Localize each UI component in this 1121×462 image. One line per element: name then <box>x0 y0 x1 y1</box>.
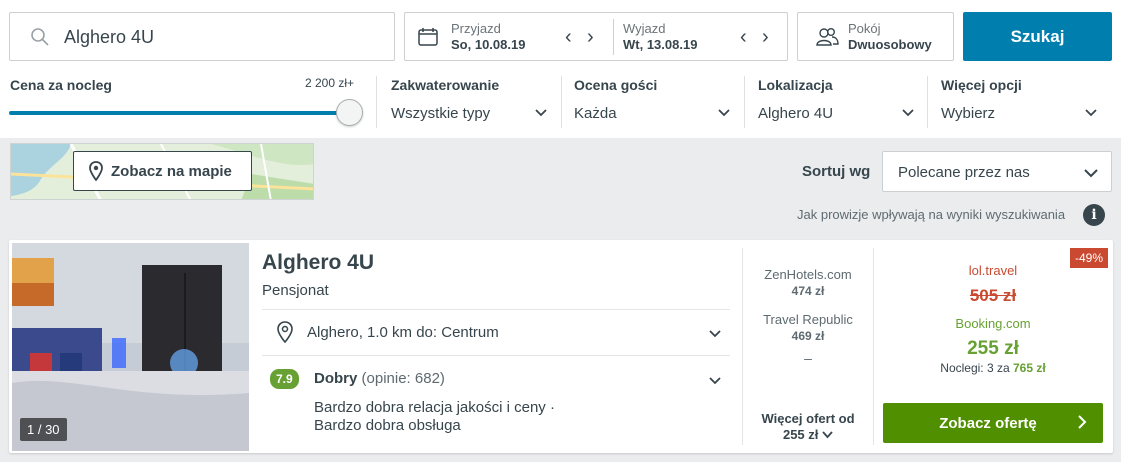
price-filter-label: Cena za nocleg <box>10 77 112 93</box>
destination-search-field[interactable]: Alghero 4U <box>9 12 395 61</box>
more-offers-price-row: 255 zł <box>743 427 873 443</box>
destination-value: Alghero 4U <box>64 27 155 47</box>
date-divider <box>613 19 614 55</box>
price-slider-handle[interactable] <box>336 99 363 126</box>
more-offers-label: Więcej ofert od <box>761 411 855 426</box>
old-price-provider: lol.travel <box>968 263 1018 278</box>
more-options-filter-label: Więcej opcji <box>941 77 1022 93</box>
location-filter[interactable]: Lokalizacja Alghero 4U <box>758 77 915 122</box>
commission-info-text[interactable]: Jak prowizje wpływają na wyniki wyszukiw… <box>797 207 1065 222</box>
checkin-next-icon[interactable]: › <box>587 27 594 47</box>
checkout-value: Wt, 13.08.19 <box>623 37 698 52</box>
view-on-map-button[interactable]: Zobacz na mapie <box>73 151 252 191</box>
room-value: Dwuosobowy <box>848 37 932 52</box>
hotel-result-card: 1 / 30 Alghero 4U Pensjonat Alghero, 1.0… <box>9 240 1113 453</box>
provider-price[interactable]: 474 zł <box>743 284 873 298</box>
accommodation-filter-label: Zakwaterowanie <box>391 77 500 93</box>
more-offers-price: 255 zł <box>782 427 819 442</box>
search-icon <box>30 27 50 52</box>
view-deal-label: Zobacz ofertę <box>939 415 1037 432</box>
price-filter: Cena za nocleg <box>10 77 112 93</box>
guest-rating-filter-label: Ocena gości <box>574 77 658 93</box>
price-slider-track[interactable] <box>9 111 349 115</box>
guest-rating-filter-value: Każda <box>574 105 617 122</box>
price-max-value: 2 200 zł+ <box>305 76 355 90</box>
info-icon[interactable]: i <box>1083 204 1105 226</box>
search-button[interactable]: Szukaj <box>963 12 1112 61</box>
nights-total-price: 765 zł <box>1013 361 1046 375</box>
rating-summary: Dobry (opinie: 682) <box>314 370 445 387</box>
divider <box>262 355 730 356</box>
sort-value: Polecane przez nas <box>898 164 1030 181</box>
date-picker[interactable]: Przyjazd So, 10.08.19 ‹ › Wyjazd Wt, 13.… <box>404 12 788 61</box>
provider-price[interactable]: 469 zł <box>743 329 873 343</box>
checkout-label: Wyjazd <box>623 21 666 36</box>
hotel-photo[interactable]: 1 / 30 <box>12 243 249 451</box>
more-offers-link[interactable]: Więcej ofert od 255 zł <box>743 411 873 443</box>
search-header: Alghero 4U Przyjazd So, 10.08.19 ‹ › Wyj… <box>0 0 1121 138</box>
review-highlight: Bardzo dobra relacja jakości i ceny · <box>314 399 555 416</box>
more-options-filter[interactable]: Więcej opcji Wybierz <box>941 77 1101 122</box>
review-highlight: Bardzo dobra obsługa <box>314 417 461 434</box>
checkin-date[interactable]: Przyjazd So, 10.08.19 <box>451 21 525 52</box>
filter-divider <box>927 76 928 128</box>
room-selector[interactable]: Pokój Dwuosobowy <box>797 12 954 61</box>
best-deal-provider[interactable]: Booking.com <box>883 316 1103 331</box>
divider <box>873 248 874 445</box>
chevron-down-icon <box>822 431 833 439</box>
hotel-name[interactable]: Alghero 4U <box>262 251 374 275</box>
calendar-icon <box>418 28 438 51</box>
chevron-down-icon <box>902 105 914 123</box>
filter-divider <box>744 76 745 128</box>
more-options-filter-value: Wybierz <box>941 105 996 122</box>
nights-total: Noclegi: 3 za 765 zł <box>883 361 1103 375</box>
location-filter-value: Alghero 4U <box>758 105 834 122</box>
hotel-location: Alghero, 1.0 km do: Centrum <box>307 324 499 341</box>
old-price: 505 zł <box>969 286 1017 305</box>
guest-rating-filter[interactable]: Ocena gości Każda <box>574 77 731 122</box>
view-on-map-label: Zobacz na mapie <box>111 163 232 180</box>
view-deal-button[interactable]: Zobacz ofertę <box>883 403 1103 443</box>
review-count: (opinie: 682) <box>361 370 445 387</box>
checkin-label: Przyjazd <box>451 21 501 36</box>
location-pin-icon <box>277 321 293 348</box>
checkin-value: So, 10.08.19 <box>451 37 526 52</box>
accommodation-filter-value: Wszystkie typy <box>391 105 491 122</box>
hotel-type: Pensjonat <box>262 282 329 299</box>
room-label: Pokój <box>848 21 881 36</box>
provider-name[interactable]: Travel Republic <box>743 312 873 327</box>
accommodation-filter[interactable]: Zakwaterowanie Wszystkie typy <box>391 77 548 122</box>
chevron-right-icon <box>1077 415 1087 433</box>
chevron-down-icon <box>535 105 547 123</box>
location-filter-label: Lokalizacja <box>758 77 833 93</box>
rating-badge: 7.9 <box>270 369 299 389</box>
sort-select[interactable]: Polecane przez nas <box>882 151 1112 192</box>
filter-divider <box>561 76 562 128</box>
map-pin-icon <box>89 161 103 186</box>
best-deal-price[interactable]: 255 zł <box>883 338 1103 360</box>
checkin-prev-icon[interactable]: ‹ <box>565 27 572 47</box>
filter-divider <box>376 76 377 128</box>
checkout-date[interactable]: Wyjazd Wt, 13.08.19 <box>623 21 697 52</box>
provider-name[interactable]: ZenHotels.com <box>743 267 873 282</box>
photo-counter: 1 / 30 <box>20 418 67 441</box>
guests-icon <box>815 27 839 52</box>
provider-placeholder: – <box>804 350 812 366</box>
chevron-down-icon <box>1084 166 1098 184</box>
divider <box>262 309 730 310</box>
sort-label: Sortuj wg <box>802 163 871 180</box>
rating-word: Dobry <box>314 370 358 387</box>
nights-prefix: Noclegi: 3 za <box>940 361 1010 375</box>
chevron-down-icon <box>1085 105 1097 123</box>
checkout-prev-icon[interactable]: ‹ <box>740 27 747 47</box>
rating-expand-icon[interactable] <box>709 373 721 391</box>
checkout-next-icon[interactable]: › <box>762 27 769 47</box>
location-expand-icon[interactable] <box>709 326 721 344</box>
chevron-down-icon <box>718 105 730 123</box>
